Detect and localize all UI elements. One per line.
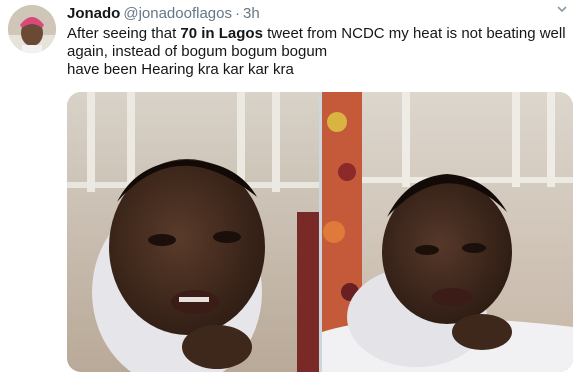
- tweet-header: Jonado @jonadooflagos · 3h: [67, 5, 260, 23]
- display-name[interactable]: Jonado: [67, 5, 120, 22]
- chevron-down-icon[interactable]: [552, 2, 572, 18]
- user-handle[interactable]: @jonadooflagos: [123, 5, 232, 22]
- separator-dot: ·: [234, 5, 240, 22]
- timestamp[interactable]: 3h: [243, 5, 260, 22]
- tweet-text-line: have been Hearing kra kar kar kra: [67, 61, 294, 78]
- tweet-text-part: After seeing that: [67, 25, 181, 42]
- tweet-media[interactable]: [67, 92, 573, 372]
- avatar[interactable]: [8, 5, 56, 53]
- tweet[interactable]: Jonado @jonadooflagos · 3h After seeing tha…: [0, 0, 578, 373]
- tweet-text: After seeing that 70 in Lagos tweet from…: [67, 25, 572, 79]
- avatar-image: [8, 5, 56, 53]
- media-image[interactable]: [67, 92, 319, 372]
- media-image[interactable]: [322, 92, 573, 372]
- tweet-text-bold: 70 in Lagos: [180, 25, 263, 42]
